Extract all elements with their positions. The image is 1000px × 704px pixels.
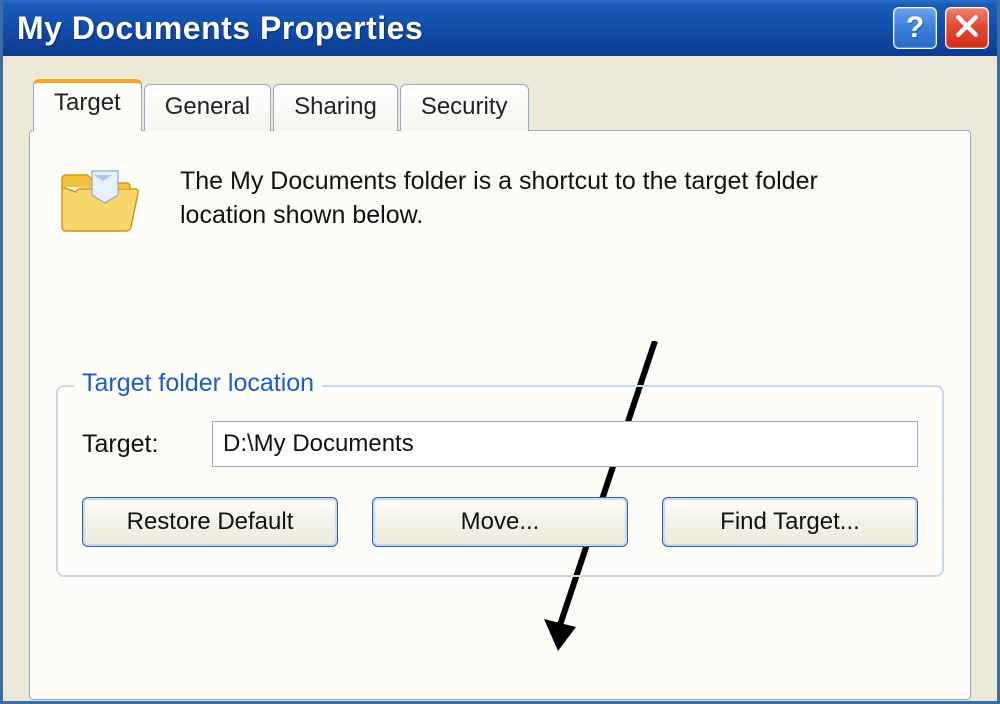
- folder-icon: [56, 165, 140, 235]
- tab-target[interactable]: Target: [33, 79, 142, 131]
- move-button[interactable]: Move...: [372, 497, 628, 547]
- properties-dialog: My Documents Properties ? Target General…: [0, 0, 1000, 704]
- find-target-button[interactable]: Find Target...: [662, 497, 918, 547]
- target-label: Target:: [82, 430, 192, 459]
- help-button[interactable]: ?: [893, 7, 937, 49]
- intro-text: The My Documents folder is a shortcut to…: [180, 165, 870, 233]
- tabstrip: Target General Sharing Security: [33, 78, 971, 130]
- target-path-input[interactable]: [212, 421, 918, 467]
- close-button[interactable]: [945, 7, 989, 49]
- window-title: My Documents Properties: [17, 10, 423, 47]
- titlebar: My Documents Properties ?: [3, 0, 997, 56]
- tab-panel-target: The My Documents folder is a shortcut to…: [29, 130, 971, 700]
- title-buttons: ?: [893, 7, 989, 49]
- tab-sharing[interactable]: Sharing: [273, 84, 398, 131]
- tab-security[interactable]: Security: [400, 84, 529, 131]
- help-icon: ?: [906, 11, 924, 45]
- target-location-group: Target folder location Target: Restore D…: [56, 385, 944, 577]
- close-icon: [954, 13, 980, 44]
- tab-general[interactable]: General: [144, 84, 271, 131]
- group-legend: Target folder location: [74, 369, 322, 398]
- client-area: Target General Sharing Security The My D…: [3, 56, 997, 701]
- restore-default-button[interactable]: Restore Default: [82, 497, 338, 547]
